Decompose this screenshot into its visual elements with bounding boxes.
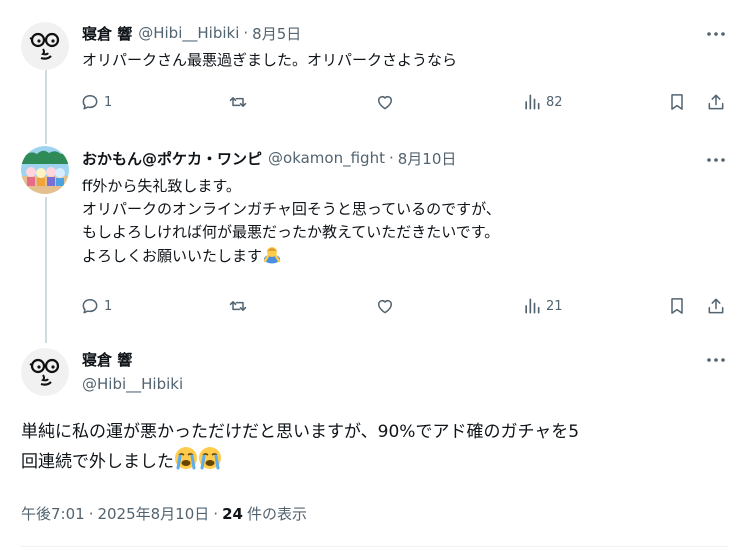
avatar-okamon[interactable] [21,146,69,194]
tweet-line: よろしくお願いいたします [82,247,263,265]
like-button[interactable] [375,90,395,114]
reply-icon [82,299,98,314]
user-handle[interactable]: @okamon_fight [268,149,385,167]
more-horizontal-icon[interactable] [705,25,727,43]
views-icon [525,94,540,110]
tweet-line-with-emoji: 回連続で外しました [21,446,579,479]
avatar-hibiki[interactable] [21,22,69,70]
tweet-1-actions: 1 82 [72,90,732,114]
tweet-line: オリパークのオンラインガチャ回そうと思っているのですが、 [82,200,501,218]
loudly-crying-face-emoji [198,446,222,479]
tweet-line: もしよろしければ何が最悪だったか教えていただきたいです。 [82,223,500,241]
tweet-1[interactable]: 寝倉 響 @Hibi__Hibiki · 8月5日 オリパークさん最悪過ぎました… [0,20,749,130]
more-horizontal-icon[interactable] [705,351,727,369]
separator: · [388,149,394,167]
like-icon [378,300,392,314]
view-count: 24 [222,504,243,523]
tweet-date[interactable]: 8月10日 [398,148,457,169]
share-button[interactable] [706,90,726,114]
tweet-text: オリパークさん最悪過ぎました。オリパークさようなら [82,49,457,72]
tweet-line: 単純に私の運が悪かっただけだと思いますが、90%でアド確のガチャを5 [21,422,580,442]
bookmark-button[interactable] [667,294,687,318]
tweet-text: ff外から失礼致します。 オリパークのオンラインガチャ回そうと思っているのですが… [82,175,501,271]
tweet-metadata: 午後7:01 · 2025年8月10日 · 24 件の表示 [21,503,307,524]
tweet-2[interactable]: おかもん@ポケカ・ワンピ @okamon_fight · 8月10日 ff外から… [0,146,749,326]
share-icon [708,94,724,110]
tweet-line: ff外から失礼致します。 [82,177,241,195]
divider [21,546,728,547]
like-button[interactable] [375,294,395,318]
tweet-2-actions: 1 21 [72,294,732,318]
bowing-person-emoji [262,244,282,271]
reply-button[interactable]: 1 [80,294,112,318]
tweet-2-header: おかもん@ポケカ・ワンピ @okamon_fight · 8月10日 [82,148,456,168]
bookmark-icon [671,94,683,110]
view-count: 82 [546,94,563,110]
reply-button[interactable]: 1 [80,90,112,114]
loudly-crying-face-emoji [174,446,198,479]
display-name[interactable]: 寝倉 響 [82,23,132,44]
retweet-icon [229,97,247,107]
display-name[interactable]: 寝倉 響 [82,349,132,370]
tweet-time[interactable]: 午後7:01 [21,503,85,524]
view-count: 21 [546,298,563,314]
tweet-1-header: 寝倉 響 @Hibi__Hibiki · 8月5日 [82,23,301,43]
tweet-line: 回連続で外しました [21,452,174,472]
display-name[interactable]: おかもん@ポケカ・ワンピ [82,148,262,169]
views-button[interactable]: 82 [522,90,563,114]
main-tweet: 寝倉 響 @Hibi__Hibiki 単純に私の運が悪かっただけだと思いますが、… [0,348,749,550]
bookmark-button[interactable] [667,90,687,114]
share-button[interactable] [706,294,726,318]
more-horizontal-icon[interactable] [705,151,727,169]
tweet-line-with-emoji: よろしくお願いいたします [82,244,501,271]
tweet-date[interactable]: 2025年8月10日 [97,503,209,524]
bookmark-icon [671,298,683,314]
user-handle[interactable]: @Hibi__Hibiki [82,375,183,393]
retweet-button[interactable] [228,90,248,114]
separator: · [243,24,249,42]
separator: · [213,504,219,523]
like-icon [378,96,392,110]
retweet-icon [229,301,247,311]
reply-icon [82,95,98,110]
retweet-button[interactable] [228,294,248,318]
tweet-line: オリパークさん最悪過ぎました。オリパークさようなら [82,51,458,69]
view-label: 件の表示 [246,505,307,523]
tweet-date[interactable]: 8月5日 [252,23,301,44]
reply-count: 1 [104,298,113,314]
views-icon [525,298,540,314]
separator: · [88,504,94,523]
user-handle[interactable]: @Hibi__Hibiki [138,24,239,42]
views-button[interactable]: 21 [522,294,563,318]
main-tweet-text: 単純に私の運が悪かっただけだと思いますが、90%でアド確のガチャを5 回連続で外… [21,418,579,479]
reply-count: 1 [104,94,113,110]
share-icon [708,298,724,314]
avatar-hibiki[interactable] [21,348,69,396]
